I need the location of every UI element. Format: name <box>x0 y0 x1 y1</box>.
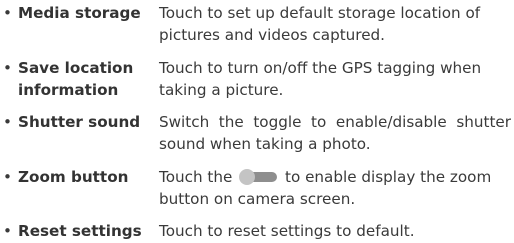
description-text-before-icon: Touch the <box>159 168 238 186</box>
setting-term: Media storage <box>18 4 141 22</box>
setting-term: Reset settings <box>18 222 142 240</box>
setting-description: Touch to reset settings to default. <box>159 222 415 240</box>
setting-term: Save location information <box>18 59 134 99</box>
setting-description: Switch the toggle to enable/disable shut… <box>159 113 511 153</box>
bullet: • <box>3 4 12 22</box>
setting-description: Touch to turn on/off the GPS tagging whe… <box>159 59 482 99</box>
toggle-switch-icon <box>239 169 279 185</box>
setting-description: Touch the to enable display the zoom but… <box>159 166 511 210</box>
bullet: • <box>3 113 12 131</box>
bullet: • <box>3 168 12 186</box>
camera-settings-list: • Media storage Touch to set up default … <box>0 0 514 243</box>
setting-term: Zoom button <box>18 168 129 186</box>
setting-term: Shutter sound <box>18 113 141 131</box>
bullet: • <box>3 59 12 77</box>
bullet: • <box>3 222 12 240</box>
toggle-knob <box>239 169 256 185</box>
setting-description: Touch to set up default storage location… <box>159 4 481 44</box>
